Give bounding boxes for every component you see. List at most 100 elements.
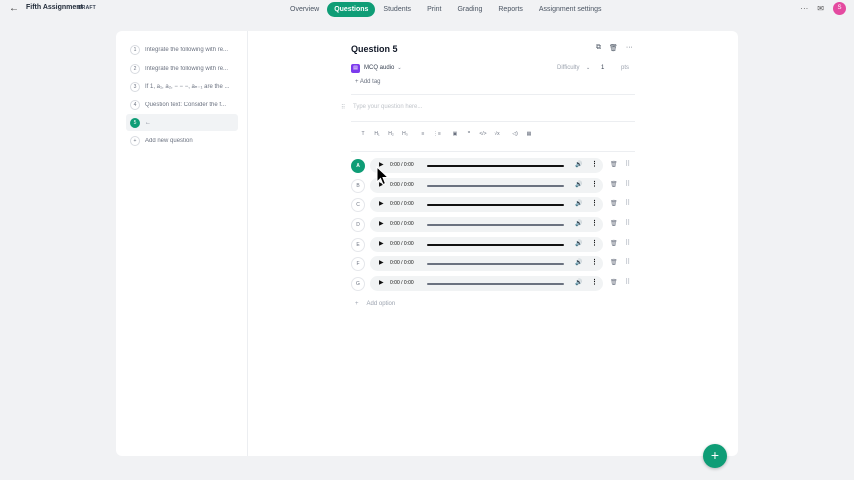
trash-icon[interactable]: 🗑 bbox=[610, 181, 618, 188]
volume-icon[interactable]: 🔊 bbox=[575, 240, 582, 247]
add-tag-button[interactable]: + Add tag bbox=[355, 79, 381, 85]
trash-icon[interactable]: 🗑 bbox=[610, 279, 618, 286]
add-question-fab[interactable]: + bbox=[703, 444, 727, 468]
tab-overview[interactable]: Overview bbox=[282, 2, 327, 17]
audio-seek-bar[interactable] bbox=[427, 185, 564, 187]
sidebar-item-question-5[interactable]: 5 ← bbox=[126, 114, 238, 131]
audio-player[interactable]: ▶ 0:00 / 0:00 🔊 ⋮ bbox=[370, 276, 603, 291]
drag-handle-icon[interactable]: ⠿ bbox=[625, 278, 630, 286]
play-icon[interactable]: ▶ bbox=[379, 279, 384, 286]
drag-handle-icon[interactable]: ⠿ bbox=[625, 239, 630, 247]
audio-player[interactable]: ▶ 0:00 / 0:00 🔊 ⋮ bbox=[370, 237, 603, 252]
volume-icon[interactable]: 🔊 bbox=[575, 279, 582, 286]
audio-seek-bar[interactable] bbox=[427, 204, 564, 206]
option-letter-c[interactable]: C bbox=[351, 198, 365, 212]
arrow-left-icon[interactable]: ← bbox=[9, 3, 19, 14]
question-type-select[interactable]: MCQ audio bbox=[364, 65, 394, 71]
audio-player[interactable]: ▶ 0:00 / 0:00 🔊 ⋮ bbox=[370, 217, 603, 232]
sidebar-item-question-4[interactable]: 4 Question text: Consider the f... bbox=[126, 96, 238, 113]
tab-grading[interactable]: Grading bbox=[449, 2, 490, 17]
more-vertical-icon[interactable]: ⋮ bbox=[591, 199, 598, 207]
play-icon[interactable]: ▶ bbox=[379, 240, 384, 247]
volume-icon[interactable]: 🔊 bbox=[575, 200, 582, 207]
audio-seek-bar[interactable] bbox=[427, 283, 564, 285]
option-letter-e[interactable]: E bbox=[351, 238, 365, 252]
option-letter-a[interactable]: A bbox=[351, 159, 365, 173]
trash-icon[interactable]: 🗑 bbox=[609, 44, 618, 52]
option-letter-g[interactable]: G bbox=[351, 277, 365, 291]
table-icon[interactable]: ▦ bbox=[522, 131, 536, 137]
sidebar-item-question-2[interactable]: 2 Integrate the following with re... bbox=[126, 60, 238, 77]
text-style-icon[interactable]: T bbox=[356, 131, 370, 137]
tab-reports[interactable]: Reports bbox=[490, 2, 531, 17]
question-preview: If 1, a₁, a₂, − − −, aₙ₋₁ are the ... bbox=[145, 84, 230, 90]
points-input[interactable]: 1 bbox=[601, 65, 604, 71]
sidebar-item-question-3[interactable]: 3 If 1, a₁, a₂, − − −, aₙ₋₁ are the ... bbox=[126, 78, 238, 95]
audio-player[interactable]: ▶ 0:00 / 0:00 🔊 ⋮ bbox=[370, 256, 603, 271]
image-icon[interactable]: ▣ bbox=[448, 131, 462, 137]
drag-handle-icon[interactable]: ⠿ bbox=[341, 104, 345, 111]
audio-seek-bar[interactable] bbox=[427, 224, 564, 226]
drag-handle-icon[interactable]: ⠿ bbox=[625, 199, 630, 207]
tab-print[interactable]: Print bbox=[419, 2, 449, 17]
code-icon[interactable]: </> bbox=[476, 131, 490, 137]
audio-seek-bar[interactable] bbox=[427, 263, 564, 265]
trash-icon[interactable]: 🗑 bbox=[610, 200, 618, 207]
trash-icon[interactable]: 🗑 bbox=[610, 161, 618, 168]
copy-icon[interactable]: ⧉ bbox=[596, 44, 601, 52]
play-icon[interactable]: ▶ bbox=[379, 259, 384, 266]
sidebar-item-question-1[interactable]: 1 Integrate the following with re... bbox=[126, 41, 238, 58]
option-letter-f[interactable]: F bbox=[351, 257, 365, 271]
more-vertical-icon[interactable]: ⋮ bbox=[591, 258, 598, 266]
more-vertical-icon[interactable]: ⋮ bbox=[591, 180, 598, 188]
audio-seek-bar[interactable] bbox=[427, 244, 564, 246]
drag-handle-icon[interactable]: ⠿ bbox=[625, 258, 630, 266]
tab-questions[interactable]: Questions bbox=[327, 1, 376, 17]
option-letter-b[interactable]: B bbox=[351, 179, 365, 193]
play-icon[interactable]: ▶ bbox=[379, 220, 384, 227]
more-horizontal-icon[interactable]: ··· bbox=[800, 4, 808, 13]
more-horizontal-icon[interactable]: ··· bbox=[626, 44, 633, 52]
tab-assignment-settings[interactable]: Assignment settings bbox=[531, 2, 610, 17]
add-question-label: Add new question bbox=[145, 137, 193, 144]
trash-icon[interactable]: 🗑 bbox=[610, 240, 618, 247]
audio-time: 0:00 / 0:00 bbox=[390, 280, 414, 286]
more-vertical-icon[interactable]: ⋮ bbox=[591, 239, 598, 247]
heading-2-icon[interactable]: H₂ bbox=[384, 131, 398, 137]
volume-icon[interactable]: 🔊 bbox=[575, 220, 582, 227]
nav-tabs: Overview Questions Students Print Gradin… bbox=[282, 1, 610, 17]
quote-icon[interactable]: ❞ bbox=[462, 131, 476, 137]
play-icon[interactable]: ▶ bbox=[379, 200, 384, 207]
audio-seek-bar[interactable] bbox=[427, 165, 564, 167]
heading-1-icon[interactable]: H₁ bbox=[370, 131, 384, 137]
drag-handle-icon[interactable]: ⠿ bbox=[625, 219, 630, 227]
difficulty-select[interactable]: Difficulty bbox=[557, 65, 580, 71]
chevron-down-icon[interactable]: ⌄ bbox=[397, 65, 401, 71]
add-new-question-button[interactable]: + Add new question bbox=[126, 132, 238, 149]
more-vertical-icon[interactable]: ⋮ bbox=[591, 160, 598, 168]
numbered-list-icon[interactable]: ⋮≡ bbox=[430, 131, 444, 137]
volume-icon[interactable]: 🔊 bbox=[575, 181, 582, 188]
bullet-list-icon[interactable]: ≡ bbox=[416, 131, 430, 137]
question-text-input[interactable]: Type your question here... bbox=[353, 104, 422, 110]
math-icon[interactable]: √x bbox=[490, 131, 504, 137]
audio-icon[interactable]: ◁) bbox=[508, 131, 522, 137]
tab-students[interactable]: Students bbox=[375, 2, 419, 17]
drag-handle-icon[interactable]: ⠿ bbox=[625, 180, 630, 188]
volume-icon[interactable]: 🔊 bbox=[575, 161, 582, 168]
mail-icon[interactable]: ✉ bbox=[817, 4, 824, 13]
more-vertical-icon[interactable]: ⋮ bbox=[591, 219, 598, 227]
chevron-down-icon[interactable]: ⌄ bbox=[586, 65, 590, 71]
heading-3-icon[interactable]: H₃ bbox=[398, 131, 412, 137]
add-option-button[interactable]: + Add option bbox=[355, 301, 395, 307]
audio-player[interactable]: ▶ 0:00 / 0:00 🔊 ⋮ bbox=[370, 197, 603, 212]
more-vertical-icon[interactable]: ⋮ bbox=[591, 278, 598, 286]
volume-icon[interactable]: 🔊 bbox=[575, 259, 582, 266]
option-letter-d[interactable]: D bbox=[351, 218, 365, 232]
avatar[interactable]: S bbox=[833, 2, 846, 15]
audio-player[interactable]: ▶ 0:00 / 0:00 🔊 ⋮ bbox=[370, 178, 603, 193]
trash-icon[interactable]: 🗑 bbox=[610, 259, 618, 266]
trash-icon[interactable]: 🗑 bbox=[610, 220, 618, 227]
drag-handle-icon[interactable]: ⠿ bbox=[625, 160, 630, 168]
audio-player[interactable]: ▶ 0:00 / 0:00 🔊 ⋮ bbox=[370, 158, 603, 173]
